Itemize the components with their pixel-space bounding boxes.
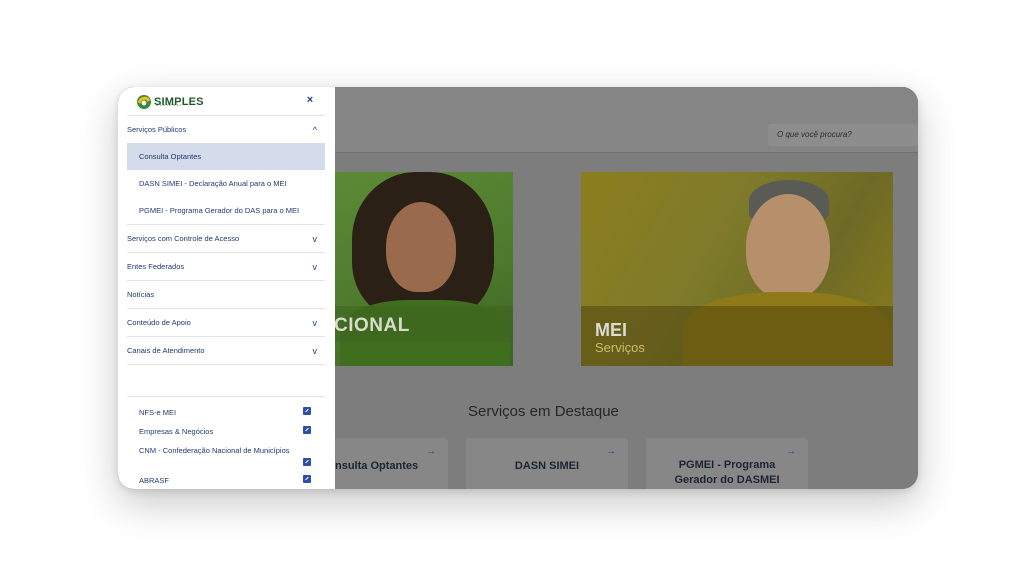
chevron-down-icon: v bbox=[312, 346, 318, 356]
service-card-dasn[interactable]: → DASN SIMEI bbox=[466, 438, 628, 489]
menu-item-label: Conteúdo de Apoio bbox=[127, 318, 191, 327]
banner-subtitle: Serviços bbox=[595, 340, 645, 355]
banner-title: MEI bbox=[595, 320, 628, 340]
logo-subtext: NACIONAL bbox=[156, 103, 184, 107]
banner-label: CIONAL bbox=[334, 315, 410, 336]
menu-item-label: Notícias bbox=[127, 290, 155, 299]
menu-item-label: Serviços com Controle de Acesso bbox=[127, 234, 240, 243]
chevron-down-icon: v bbox=[312, 262, 318, 272]
banner-simples-nacional[interactable]: CIONAL bbox=[334, 172, 513, 366]
external-link-icon bbox=[303, 426, 311, 434]
external-link-icon bbox=[303, 407, 311, 415]
external-link-icon bbox=[303, 458, 311, 466]
menu-item-label: Serviços Públicos bbox=[127, 125, 187, 134]
submenu-item-consulta-optantes[interactable]: Consulta Optantes bbox=[127, 143, 325, 170]
chevron-up-icon: ^ bbox=[312, 125, 317, 135]
banner-mei-servicos[interactable]: MEI Serviços bbox=[581, 172, 893, 366]
menu-item-entes-federados[interactable]: Entes Federados v bbox=[127, 252, 325, 280]
link-label: CNM - Confederação Nacional de Município… bbox=[139, 446, 290, 455]
service-card-label: PGMEI - Programa Gerador do DASMEI bbox=[674, 459, 780, 486]
menu-item-servicos-publicos[interactable]: Serviços Públicos ^ bbox=[127, 115, 325, 143]
external-link-icon bbox=[303, 475, 311, 483]
link-cnm[interactable]: CNM - Confederação Nacional de Município… bbox=[127, 441, 325, 471]
person-face bbox=[746, 194, 830, 299]
submenu-item-dasn-simei[interactable]: DASN SIMEI - Declaração Anual para o MEI bbox=[127, 170, 325, 197]
menu-item-label: Entes Federados bbox=[127, 262, 185, 271]
section-title: Serviços em Destaque bbox=[468, 403, 619, 420]
arrow-right-icon: → bbox=[426, 446, 436, 457]
link-nfse-mei[interactable]: NFS-e MEI bbox=[127, 403, 325, 422]
simples-nacional-logo[interactable]: SIMPLES bbox=[136, 93, 204, 111]
menu-item-canais-atendimento[interactable]: Canais de Atendimento v bbox=[127, 336, 325, 364]
menu-item-conteudo-apoio[interactable]: Conteúdo de Apoio v bbox=[127, 308, 325, 336]
chevron-down-icon: v bbox=[312, 234, 318, 244]
arrow-right-icon: → bbox=[606, 446, 616, 457]
link-empresas-negocios[interactable]: Empresas & Negócios bbox=[127, 422, 325, 441]
submenu-item-pgmei[interactable]: PGMEI - Programa Gerador do DAS para o M… bbox=[127, 197, 325, 224]
banner-label-band bbox=[581, 306, 893, 366]
search-input[interactable]: O que você procura? bbox=[768, 124, 918, 146]
stage: O que você procura? CIONAL MEI Serviços … bbox=[0, 0, 1024, 576]
close-icon[interactable]: × bbox=[304, 94, 316, 106]
menu-item-controle-acesso[interactable]: Serviços com Controle de Acesso v bbox=[127, 224, 325, 252]
browser-window: O que você procura? CIONAL MEI Serviços … bbox=[118, 87, 918, 489]
link-abrasf[interactable]: ABRASF bbox=[127, 471, 325, 489]
menu-item-label: Canais de Atendimento bbox=[127, 346, 205, 355]
link-label: Empresas & Negócios bbox=[139, 427, 214, 436]
menu-item-noticias[interactable]: Notícias bbox=[127, 280, 325, 308]
chevron-down-icon: v bbox=[312, 318, 318, 328]
person-face bbox=[386, 202, 456, 292]
menu-list: Serviços Públicos ^ Consulta Optantes DA… bbox=[127, 115, 325, 489]
logo-icon bbox=[137, 95, 151, 109]
sidebar-menu: SIMPLES NACIONAL × Serviços Públicos ^ C… bbox=[118, 87, 335, 489]
link-label: NFS-e MEI bbox=[139, 408, 177, 417]
arrow-right-icon: → bbox=[786, 446, 796, 457]
menu-divider bbox=[127, 364, 325, 396]
service-card-pgmei[interactable]: → PGMEI - Programa Gerador do DASMEI bbox=[646, 438, 808, 489]
external-links: NFS-e MEI Empresas & Negócios CNM - Conf… bbox=[127, 396, 325, 489]
link-label: ABRASF bbox=[139, 476, 170, 485]
service-card-label: DASN SIMEI bbox=[514, 460, 580, 472]
